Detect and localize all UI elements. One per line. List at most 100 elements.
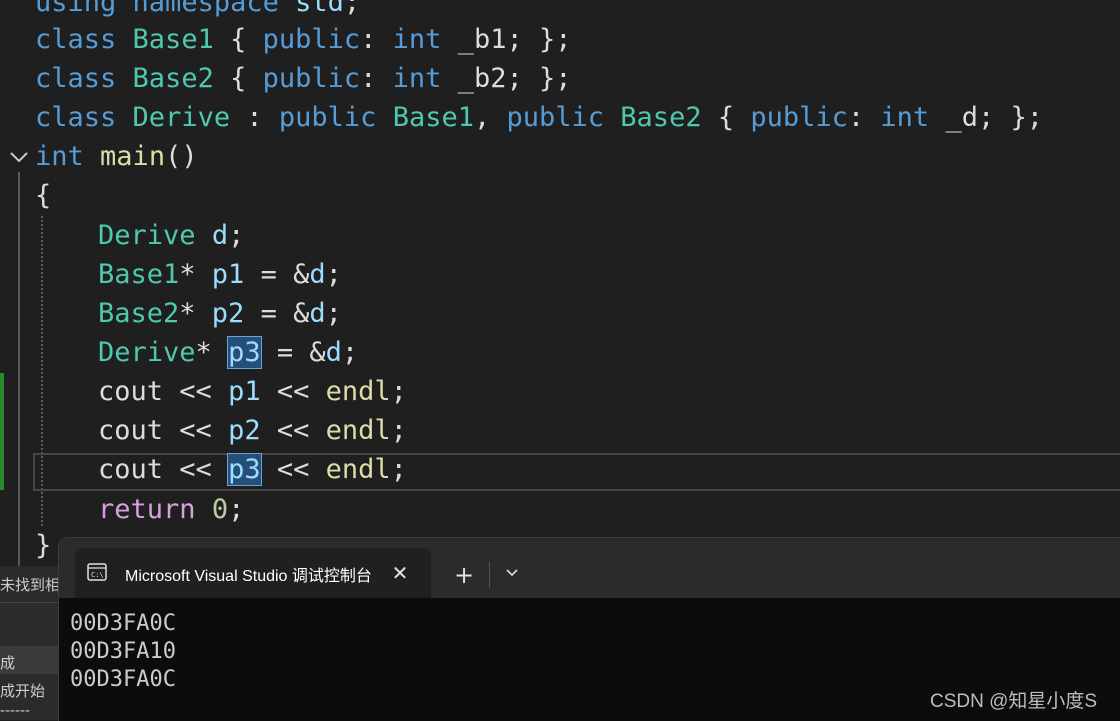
code-line-derive-d[interactable]: Derive d; bbox=[98, 216, 244, 255]
variable: p2 bbox=[211, 298, 245, 329]
output-side-panel: 未找到相 成 成开始 ------ bbox=[0, 566, 58, 720]
code-line-cout-p2[interactable]: cout << p2 << endl; bbox=[98, 411, 407, 450]
keyword: namespace bbox=[132, 0, 279, 18]
code-line-p3[interactable]: Derive* p3 = &d; bbox=[98, 333, 358, 372]
type-name: Base1 bbox=[132, 24, 214, 55]
operator: = & bbox=[260, 337, 326, 368]
side-panel-text: 未找到相 bbox=[0, 577, 58, 594]
variable: p2 bbox=[228, 415, 261, 446]
type-name: Derive bbox=[98, 337, 196, 368]
punctuation: : bbox=[360, 24, 393, 55]
variable: d bbox=[211, 220, 229, 251]
highlighted-variable: p3 bbox=[227, 453, 262, 486]
operator: << bbox=[163, 454, 229, 485]
type-name: Base1 bbox=[98, 259, 180, 290]
keyword: public bbox=[262, 24, 361, 55]
punctuation: ; bbox=[228, 494, 245, 525]
type-name: Base2 bbox=[132, 63, 214, 94]
variable: p1 bbox=[228, 376, 261, 407]
function-name: endl bbox=[325, 415, 391, 446]
function-name: main bbox=[100, 141, 166, 172]
punctuation: ; bbox=[390, 454, 407, 485]
code-line-cout-p1[interactable]: cout << p1 << endl; bbox=[98, 372, 407, 411]
operator: * bbox=[179, 298, 212, 329]
output-line: 00D3FA10 bbox=[70, 639, 176, 664]
variable: d bbox=[309, 298, 326, 329]
identifier: cout bbox=[98, 376, 164, 407]
keyword: public bbox=[278, 102, 377, 133]
code-line-class-base1[interactable]: class Base1 { public: int _b1; }; bbox=[35, 20, 572, 59]
function-name: endl bbox=[325, 376, 391, 407]
scope-guide-outer bbox=[18, 172, 20, 568]
keyword: int bbox=[35, 141, 84, 172]
keyword: int bbox=[880, 102, 930, 133]
punctuation: ; bbox=[228, 220, 245, 251]
new-tab-button[interactable]: + bbox=[449, 560, 479, 590]
punctuation: { bbox=[701, 102, 751, 133]
punctuation: , bbox=[473, 102, 507, 133]
code-line-main[interactable]: int main() bbox=[35, 137, 198, 176]
punctuation: ; bbox=[325, 259, 342, 290]
operator: * bbox=[195, 337, 229, 368]
brace: { bbox=[35, 180, 52, 211]
highlighted-variable: p3 bbox=[227, 336, 262, 369]
side-panel-text: 成开始 bbox=[0, 683, 46, 700]
terminal-tab[interactable]: C:\ Microsoft Visual Studio 调试控制台 ✕ bbox=[75, 548, 431, 598]
punctuation: ; }; bbox=[977, 102, 1044, 133]
punctuation: ; bbox=[390, 376, 407, 407]
watermark: CSDN @知星小度S bbox=[930, 691, 1098, 712]
code-line-class-derive[interactable]: class Derive : public Base1, public Base… bbox=[35, 98, 1043, 137]
code-line-p2[interactable]: Base2* p2 = &d; bbox=[98, 294, 342, 333]
type-name: Base2 bbox=[620, 102, 702, 133]
code-line-return[interactable]: return 0; bbox=[98, 490, 244, 529]
punctuation: ; bbox=[343, 0, 361, 18]
punctuation: : bbox=[847, 102, 881, 133]
keyword: public bbox=[506, 102, 605, 133]
punctuation: : bbox=[230, 102, 279, 133]
code-line-cout-p3[interactable]: cout << p3 << endl; bbox=[98, 450, 407, 489]
terminal-tab-bar: C:\ Microsoft Visual Studio 调试控制台 ✕ + bbox=[59, 538, 1120, 598]
keyword: using bbox=[35, 0, 117, 18]
type-name: Derive bbox=[98, 220, 196, 251]
keyword: public bbox=[262, 63, 361, 94]
code-line-close-brace[interactable]: } bbox=[35, 526, 51, 565]
operator: << bbox=[163, 376, 229, 407]
punctuation: { bbox=[213, 24, 263, 55]
code-line-class-base2[interactable]: class Base2 { public: int _b2; }; bbox=[35, 59, 572, 98]
divider bbox=[489, 562, 490, 588]
operator: << bbox=[260, 376, 326, 407]
chevron-down-icon[interactable] bbox=[497, 560, 527, 590]
divider bbox=[0, 602, 58, 603]
output-line: 00D3FA0C bbox=[70, 611, 176, 636]
keyword: class bbox=[35, 102, 117, 133]
identifier: std bbox=[295, 0, 344, 18]
operator: = & bbox=[244, 298, 310, 329]
type-name: Base1 bbox=[392, 102, 474, 133]
output-line: 00D3FA0C bbox=[70, 667, 176, 692]
collapse-chevron-icon[interactable] bbox=[8, 146, 30, 168]
keyword: int bbox=[392, 24, 442, 55]
variable: d bbox=[325, 337, 342, 368]
keyword: return bbox=[98, 494, 196, 525]
punctuation: : bbox=[360, 63, 393, 94]
keyword: class bbox=[35, 24, 117, 55]
punctuation: () bbox=[165, 141, 198, 172]
console-icon: C:\ bbox=[87, 563, 107, 581]
code-line-p1[interactable]: Base1* p1 = &d; bbox=[98, 255, 342, 294]
member-name: _d bbox=[929, 102, 978, 133]
operator: << bbox=[260, 454, 326, 485]
code-line-open-brace[interactable]: { bbox=[35, 176, 51, 215]
operator: << bbox=[260, 415, 326, 446]
keyword: int bbox=[392, 63, 442, 94]
operator: * bbox=[179, 259, 212, 290]
punctuation: ; }; bbox=[506, 63, 572, 94]
operator: << bbox=[163, 415, 229, 446]
svg-text:C:\: C:\ bbox=[91, 571, 104, 579]
keyword: public bbox=[750, 102, 848, 133]
punctuation: ; bbox=[390, 415, 407, 446]
terminal-tab-title: Microsoft Visual Studio 调试控制台 bbox=[125, 568, 372, 584]
identifier: cout bbox=[98, 415, 164, 446]
code-line-using-namespace[interactable]: using namespace std; bbox=[35, 0, 360, 22]
punctuation: ; bbox=[325, 298, 342, 329]
close-icon[interactable]: ✕ bbox=[387, 560, 413, 586]
